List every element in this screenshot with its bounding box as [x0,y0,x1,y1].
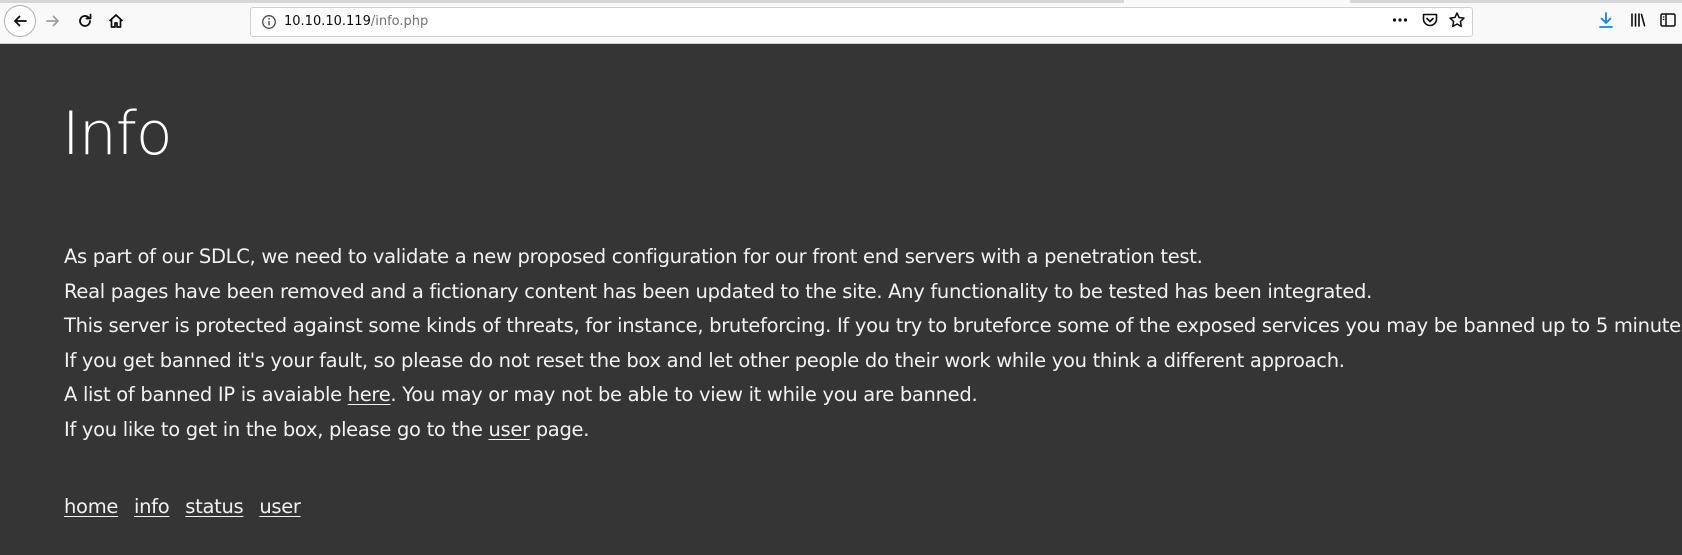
nav-link-status[interactable]: status [185,495,243,518]
banned-ip-link[interactable]: here [348,383,391,406]
tab-strip-edge [1350,0,1682,3]
back-arrow-icon [11,12,29,30]
url-host: 10.10.10.119 [284,14,371,29]
banned-ip-text-before: A list of banned IP is avaiable [64,383,348,407]
pocket-button[interactable] [1421,13,1439,31]
reload-icon [76,12,94,30]
address-bar[interactable]: 10.10.10.119/info.php [250,7,1473,37]
bookmark-button[interactable] [1448,11,1466,34]
page-actions-button[interactable] [1391,13,1409,31]
forward-arrow-icon [44,12,62,30]
tab-strip-edge [0,0,1124,3]
user-page-line: If you like to get in the box, please go… [64,413,1674,448]
url-text[interactable]: 10.10.10.119/info.php [284,14,428,29]
info-icon[interactable] [261,14,277,30]
page-content: Info As part of our SDLC, we need to val… [0,44,1682,555]
info-line: Real pages have been removed and a ficti… [64,279,1373,303]
banned-ip-line: A list of banned IP is avaiable here. Yo… [64,378,1674,413]
download-icon [1597,11,1615,34]
nav-link-info[interactable]: info [134,495,170,518]
nav-link-home[interactable]: home [64,495,118,518]
banned-ip-text-after: . You may or may not be able to view it … [390,383,978,407]
user-page-text-before: If you like to get in the box, please go… [64,417,489,441]
user-page-link[interactable]: user [488,418,530,441]
star-icon [1448,11,1466,34]
forward-button[interactable] [38,6,68,36]
url-path: /info.php [370,14,429,29]
sidebar-button[interactable] [1658,12,1678,32]
nav-link-user[interactable]: user [259,495,301,518]
home-icon [107,12,125,30]
footer-nav: home info status user [64,495,311,518]
page-title: Info [62,99,173,169]
back-button[interactable] [4,5,36,37]
user-page-text-after: page. [529,417,590,441]
pocket-icon [1421,11,1439,34]
more-dots-icon [1391,11,1409,34]
info-text: As part of our SDLC, we need to validate… [64,240,1682,448]
info-line: As part of our SDLC, we need to validate… [64,245,1203,268]
info-line: If you get banned it's your fault, so pl… [64,348,1345,372]
browser-toolbar: 10.10.10.119/info.php [0,0,1682,44]
downloads-button[interactable] [1596,11,1616,34]
library-button[interactable] [1628,12,1648,32]
info-line: This server is protected against some ki… [64,314,1682,338]
reload-button[interactable] [70,6,100,36]
home-button[interactable] [101,6,131,36]
sidebar-icon [1659,11,1677,34]
library-icon [1629,11,1647,34]
